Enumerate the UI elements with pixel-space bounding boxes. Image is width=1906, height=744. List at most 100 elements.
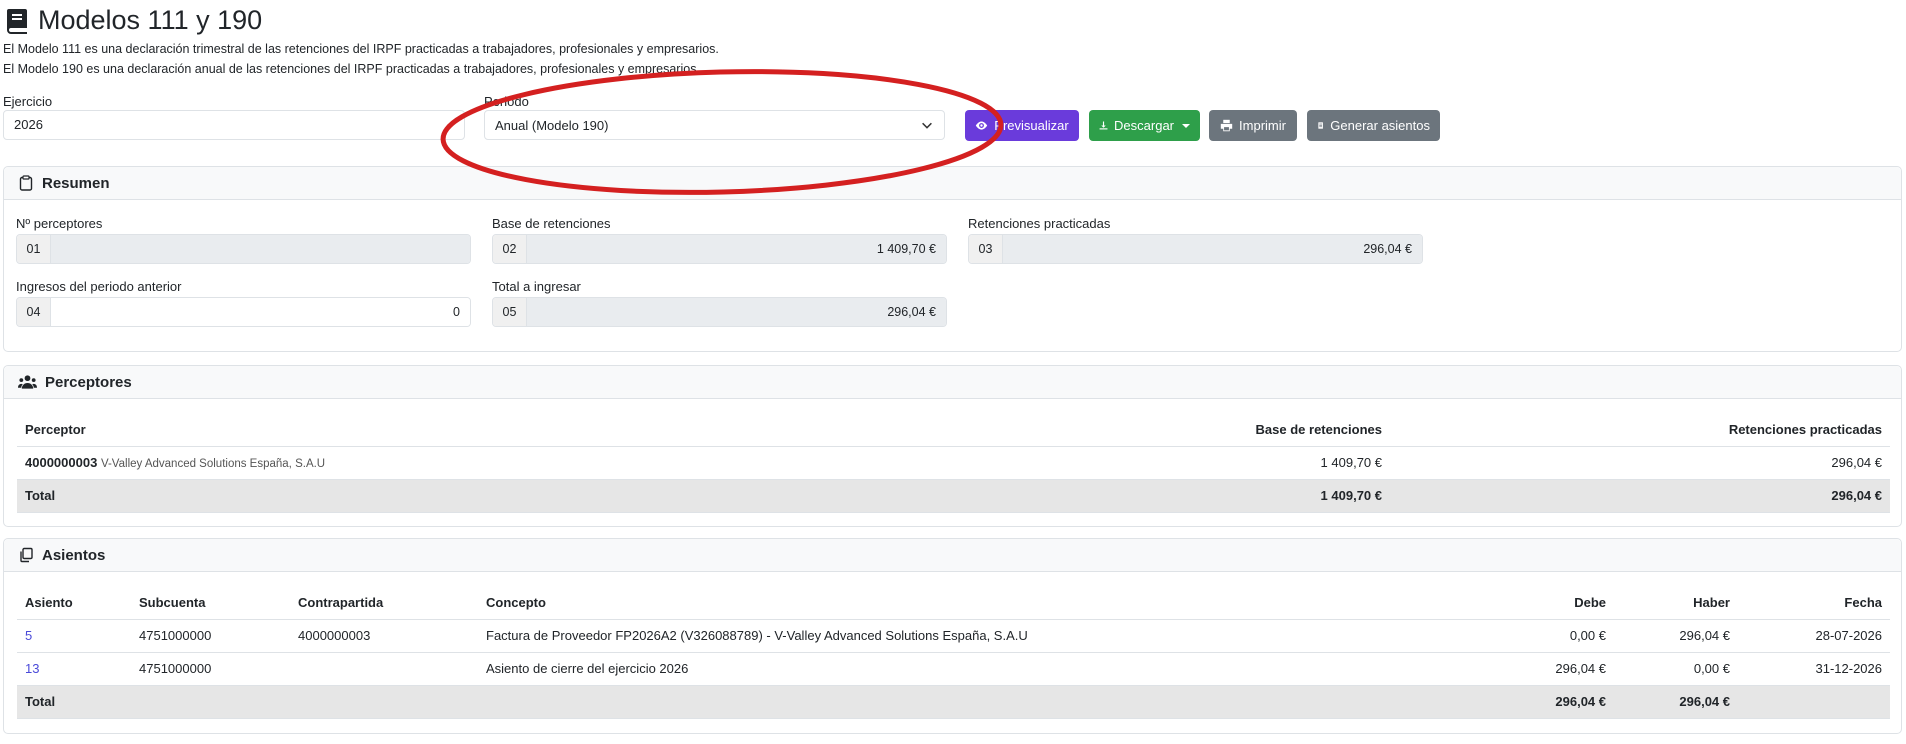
resumen-card: Resumen Nº perceptores 01 Base de retenc… xyxy=(3,166,1902,352)
total-row: Total 1 409,70 € 296,04 € xyxy=(17,479,1890,513)
field-code: 04 xyxy=(17,298,51,326)
debe-cell: 0,00 € xyxy=(1489,619,1614,653)
field-code: 03 xyxy=(969,235,1003,263)
field-perceptores: 01 xyxy=(16,234,471,264)
field-code: 01 xyxy=(17,235,51,263)
column-header: Concepto xyxy=(478,586,1489,620)
fecha-cell: 31-12-2026 xyxy=(1738,652,1890,686)
total-haber: 296,04 € xyxy=(1614,685,1738,719)
total-debe: 296,04 € xyxy=(1489,685,1614,719)
haber-cell: 0,00 € xyxy=(1614,652,1738,686)
ejercicio-label: Ejercicio xyxy=(3,94,53,109)
column-header: Debe xyxy=(1489,586,1614,620)
preview-button[interactable]: Previsualizar xyxy=(965,110,1079,141)
asiento-cell: 13 xyxy=(17,652,131,686)
asiento-cell: 5 xyxy=(17,619,131,653)
ret-cell: 296,04 € xyxy=(1390,446,1890,480)
book-icon xyxy=(7,8,27,34)
field-base-retenciones: 02 1 409,70 € xyxy=(492,234,947,264)
column-header: Retenciones practicadas xyxy=(1390,413,1890,447)
column-header: Haber xyxy=(1614,586,1738,620)
empty-cell xyxy=(290,685,478,719)
ingresos-input[interactable]: 0 xyxy=(51,298,470,326)
debe-cell: 296,04 € xyxy=(1489,652,1614,686)
empty-cell xyxy=(1738,685,1890,719)
total-label: Total xyxy=(17,479,890,513)
field-code: 05 xyxy=(493,298,527,326)
field-label-perceptores: Nº perceptores xyxy=(16,216,103,231)
asiento-link[interactable]: 5 xyxy=(25,628,32,643)
field-label-base: Base de retenciones xyxy=(492,216,611,231)
field-value: 296,04 € xyxy=(527,298,946,326)
periodo-selected-value: Anual (Modelo 190) xyxy=(495,117,609,133)
caret-down-icon xyxy=(1182,123,1190,128)
field-value xyxy=(51,235,470,263)
field-value: 1 409,70 € xyxy=(527,235,946,263)
subcuenta-cell: 4751000000 xyxy=(131,652,290,686)
table-header-row: Perceptor Base de retenciones Retencione… xyxy=(17,413,1890,447)
download-icon xyxy=(1099,121,1108,130)
chevron-down-icon xyxy=(922,122,932,129)
total-base: 1 409,70 € xyxy=(890,479,1390,513)
users-icon xyxy=(18,375,37,389)
asientos-card: Asientos Asiento Subcuenta Contrapartida… xyxy=(3,538,1902,734)
generate-entries-button[interactable]: Generar asientos xyxy=(1307,110,1440,141)
column-header: Asiento xyxy=(17,586,131,620)
page-title: Modelos 111 y 190 xyxy=(38,5,263,35)
print-button-label: Imprimir xyxy=(1239,118,1286,133)
eye-icon xyxy=(976,121,988,130)
print-button[interactable]: Imprimir xyxy=(1209,110,1297,141)
column-header: Contrapartida xyxy=(290,586,478,620)
column-header: Fecha xyxy=(1738,586,1890,620)
ejercicio-input[interactable]: 2026 xyxy=(3,110,465,140)
resumen-header: Resumen xyxy=(4,167,1901,200)
field-value: 296,04 € xyxy=(1003,235,1422,263)
column-header: Base de retenciones xyxy=(890,413,1390,447)
base-cell: 1 409,70 € xyxy=(890,446,1390,480)
perceptores-table: Perceptor Base de retenciones Retencione… xyxy=(17,413,1890,513)
table-row[interactable]: 13 4751000000 Asiento de cierre del ejer… xyxy=(17,652,1890,686)
total-row: Total 296,04 € 296,04 € xyxy=(17,685,1890,719)
page-header: Modelos 111 y 190 xyxy=(6,5,262,36)
perceptores-title: Perceptores xyxy=(45,373,132,391)
subcuenta-cell: 4751000000 xyxy=(131,619,290,653)
resumen-title: Resumen xyxy=(42,174,110,192)
column-header: Perceptor xyxy=(17,413,890,447)
periodo-select[interactable]: Anual (Modelo 190) xyxy=(484,110,945,140)
download-button-label: Descargar xyxy=(1114,118,1174,133)
concepto-cell: Factura de Proveedor FP2026A2 (V32608878… xyxy=(478,619,1489,653)
page: Modelos 111 y 190 El Modelo 111 es una d… xyxy=(0,0,1906,744)
table-row[interactable]: 5 4751000000 4000000003 Factura de Prove… xyxy=(17,619,1890,653)
fecha-cell: 28-07-2026 xyxy=(1738,619,1890,653)
field-retenciones-practicadas: 03 296,04 € xyxy=(968,234,1423,264)
asientos-header: Asientos xyxy=(4,539,1901,572)
total-label: Total xyxy=(17,685,131,719)
field-label-retenciones: Retenciones practicadas xyxy=(968,216,1111,231)
contrapartida-cell: 4000000003 xyxy=(290,619,478,653)
printer-icon xyxy=(1220,119,1233,132)
field-label-total: Total a ingresar xyxy=(492,279,581,294)
contrapartida-cell xyxy=(290,652,478,686)
perceptor-name: V-Valley Advanced Solutions España, S.A.… xyxy=(100,458,326,470)
download-button[interactable]: Descargar xyxy=(1089,110,1200,141)
column-header: Subcuenta xyxy=(131,586,290,620)
table-row[interactable]: 4000000003 V-Valley Advanced Solutions E… xyxy=(17,446,1890,480)
description-190: El Modelo 190 es una declaración anual d… xyxy=(3,62,700,76)
description-111: El Modelo 111 es una declaración trimest… xyxy=(3,42,719,56)
perceptores-header: Perceptores xyxy=(4,366,1901,399)
asientos-table: Asiento Subcuenta Contrapartida Concepto… xyxy=(17,586,1890,719)
concepto-cell: Asiento de cierre del ejercicio 2026 xyxy=(478,652,1489,686)
field-code: 02 xyxy=(493,235,527,263)
field-total-ingresar: 05 296,04 € xyxy=(492,297,947,327)
generate-entries-button-label: Generar asientos xyxy=(1330,118,1430,133)
preview-button-label: Previsualizar xyxy=(994,118,1069,133)
perceptor-code: 4000000003 xyxy=(25,455,98,470)
clipboard-icon xyxy=(19,175,33,191)
field-label-ingresos: Ingresos del periodo anterior xyxy=(16,279,182,294)
total-ret: 296,04 € xyxy=(1390,479,1890,513)
perceptor-cell: 4000000003 V-Valley Advanced Solutions E… xyxy=(17,446,890,480)
asiento-link[interactable]: 13 xyxy=(25,661,39,676)
field-ingresos-periodo-anterior[interactable]: 04 0 xyxy=(16,297,471,327)
empty-cell xyxy=(478,685,1489,719)
copy-icon xyxy=(20,547,33,563)
